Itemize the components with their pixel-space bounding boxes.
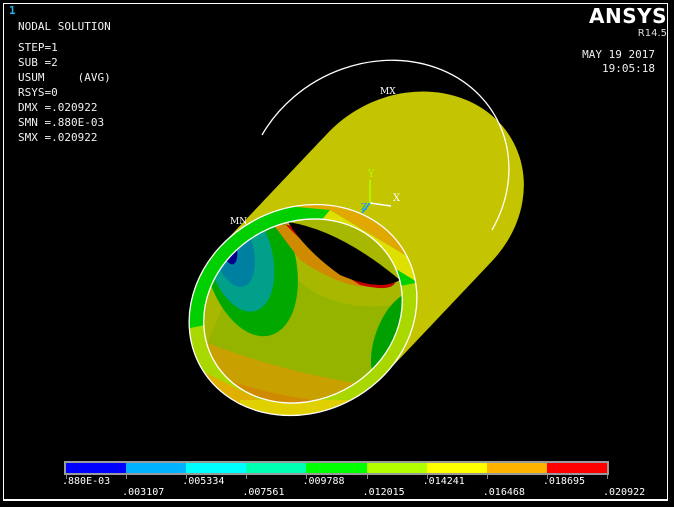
- legend-label: .016468: [482, 487, 525, 498]
- legend-label: .005334: [182, 476, 225, 487]
- legend-swatch: [186, 463, 247, 473]
- max-marker: MX: [380, 87, 396, 97]
- legend-tick: [126, 475, 128, 479]
- legend-swatch: [246, 463, 307, 473]
- legend-tick: [246, 475, 248, 479]
- contour-legend-bar: [64, 461, 609, 475]
- legend-label: .009788: [302, 476, 345, 487]
- legend-label: .012015: [362, 487, 405, 498]
- legend-label: .020922: [603, 487, 646, 498]
- triad-z-label: Z: [361, 203, 367, 213]
- triad-y-label: Y: [367, 169, 375, 180]
- min-marker: MN: [230, 217, 247, 227]
- legend-swatch: [126, 463, 187, 473]
- legend-label: .007561: [242, 487, 285, 498]
- legend-tick: [366, 475, 368, 479]
- legend-label: .880E-03: [62, 476, 111, 487]
- legend-swatch: [66, 463, 127, 473]
- legend-tick: [607, 475, 608, 479]
- triad-x-label: X: [393, 193, 401, 204]
- legend-label: .018695: [542, 476, 586, 487]
- ansys-graphics-window: 1 ANSYS R14.5 MAY 19 2017 19:05:18 NODAL…: [0, 0, 674, 507]
- legend-label: .003107: [122, 487, 165, 498]
- legend-swatch: [366, 463, 427, 473]
- legend-label: .014241: [422, 476, 465, 487]
- contour-model: Y X Z MX MN: [180, 59, 524, 420]
- legend-swatch: [306, 463, 367, 473]
- legend-swatch: [546, 463, 607, 473]
- legend-swatch: [486, 463, 547, 473]
- legend-tick: [486, 475, 488, 479]
- legend-swatch: [426, 463, 487, 473]
